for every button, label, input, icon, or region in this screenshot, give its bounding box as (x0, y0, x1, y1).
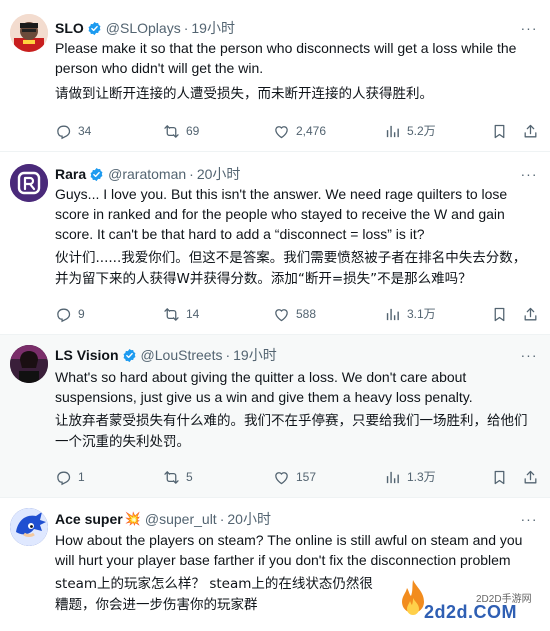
views-icon (384, 306, 401, 323)
view-count: 1.3万 (407, 470, 436, 484)
bookmark-icon[interactable] (491, 467, 508, 487)
avatar[interactable] (10, 345, 48, 383)
reply-count: 9 (78, 307, 85, 321)
bookmark-icon[interactable] (491, 304, 508, 324)
verified-badge-icon (89, 167, 104, 182)
reply-count: 34 (78, 124, 92, 138)
tweet-text: How about the players on steam? The onli… (55, 532, 523, 568)
tweet-translation: 请做到让断开连接的人遭受损失，而未断开连接的人获得胜利。 (55, 86, 433, 102)
repost-icon (163, 123, 180, 140)
views-button[interactable]: 3.1万 (384, 304, 436, 324)
reply-icon (55, 123, 72, 140)
views-icon (384, 123, 401, 140)
like-button[interactable]: 157 (273, 467, 316, 487)
avatar[interactable] (10, 508, 48, 546)
action-bar: 34 69 2,476 5.2万 (55, 121, 540, 141)
display-name[interactable]: LS Vision (55, 347, 119, 363)
reply-button[interactable]: 34 (55, 121, 91, 141)
display-name[interactable]: Rara (55, 166, 86, 182)
timestamp[interactable]: 19小时 (233, 345, 277, 365)
user-handle[interactable]: @SLOplays (106, 20, 181, 36)
reply-icon (55, 306, 72, 323)
repost-button[interactable]: 14 (163, 304, 199, 324)
repost-count: 5 (186, 470, 193, 484)
repost-button[interactable]: 69 (163, 121, 199, 141)
views-icon (384, 469, 401, 486)
like-button[interactable]: 2,476 (273, 121, 326, 141)
timestamp[interactable]: 19小时 (191, 18, 235, 38)
verified-badge-icon (87, 21, 102, 36)
like-count: 157 (296, 470, 317, 484)
bookmark-icon[interactable] (491, 121, 508, 141)
like-icon (273, 123, 290, 140)
more-icon[interactable]: ··· (518, 18, 540, 38)
tweet-header: Ace super 💥 @super_ult · 20小时 (55, 509, 540, 529)
user-handle[interactable]: @LouStreets (141, 347, 223, 363)
timestamp[interactable]: 20小时 (227, 509, 271, 529)
repost-icon (163, 469, 180, 486)
separator: · (225, 347, 231, 363)
user-handle[interactable]: @super_ult (145, 511, 217, 527)
more-icon[interactable]: ··· (518, 164, 540, 184)
share-icon[interactable] (522, 121, 539, 141)
reply-button[interactable]: 1 (55, 467, 85, 487)
repost-icon (163, 306, 180, 323)
action-bar: 9 14 588 3.1万 (55, 304, 540, 324)
avatar[interactable] (10, 164, 48, 202)
more-icon[interactable]: ··· (518, 509, 540, 529)
tweet-translation: 伙计们......我爱你们。但这不是答案。我们需要愤怒被子者在排名中失去分数，并… (55, 250, 527, 287)
tweet-header: SLO @SLOplays · 19小时 (55, 18, 540, 38)
tweet-slo[interactable]: SLO @SLOplays · 19小时 ··· Please make it … (0, 0, 550, 152)
tweet-text: Guys... I love you. But this isn't the a… (55, 186, 508, 242)
tweet-text: Please make it so that the person who di… (55, 40, 517, 76)
name-emoji: 💥 (124, 511, 141, 526)
reply-count: 1 (78, 470, 85, 484)
action-bar: 1 5 157 1.3万 (55, 467, 540, 487)
display-name[interactable]: Ace super (55, 511, 123, 527)
verified-badge-icon (122, 348, 137, 363)
views-button[interactable]: 1.3万 (384, 467, 436, 487)
like-icon (273, 469, 290, 486)
views-button[interactable]: 5.2万 (384, 121, 436, 141)
timestamp[interactable]: 20小时 (197, 164, 241, 184)
avatar[interactable] (10, 14, 48, 52)
tweet-ls-vision[interactable]: LS Vision @LouStreets · 19小时 ··· What's … (0, 335, 550, 498)
like-count: 588 (296, 307, 317, 321)
reply-icon (55, 469, 72, 486)
share-icon[interactable] (522, 467, 539, 487)
separator: · (183, 20, 189, 36)
tweet-header: Rara @raratoman · 20小时 (55, 164, 540, 184)
like-button[interactable]: 588 (273, 304, 316, 324)
view-count: 5.2万 (407, 124, 436, 138)
tweet-ace-super[interactable]: Ace super 💥 @super_ult · 20小时 ··· How ab… (0, 498, 550, 631)
tweet-translation: 让放弃者蒙受损失有什么难的。我们不在乎停赛，只要给我们一场胜利，给他们一个沉重的… (55, 413, 528, 450)
like-count: 2,476 (296, 124, 327, 138)
separator: · (219, 511, 225, 527)
display-name[interactable]: SLO (55, 20, 84, 36)
repost-button[interactable]: 5 (163, 467, 193, 487)
like-icon (273, 306, 290, 323)
user-handle[interactable]: @raratoman (108, 166, 186, 182)
tweet-translation: steam上的玩家怎么样？ steam上的在线状态仍然很糟题，你会进一步伤害你的… (55, 576, 373, 613)
separator: · (189, 166, 194, 182)
tweet-text: What's so hard about giving the quitter … (55, 369, 473, 405)
share-icon[interactable] (522, 304, 539, 324)
reply-button[interactable]: 9 (55, 304, 85, 324)
view-count: 3.1万 (407, 307, 436, 321)
tweet-header: LS Vision @LouStreets · 19小时 (55, 345, 540, 365)
tweet-rara[interactable]: Rara @raratoman · 20小时 ··· Guys... I lov… (0, 152, 550, 335)
repost-count: 69 (186, 124, 200, 138)
more-icon[interactable]: ··· (518, 345, 540, 365)
repost-count: 14 (186, 307, 200, 321)
